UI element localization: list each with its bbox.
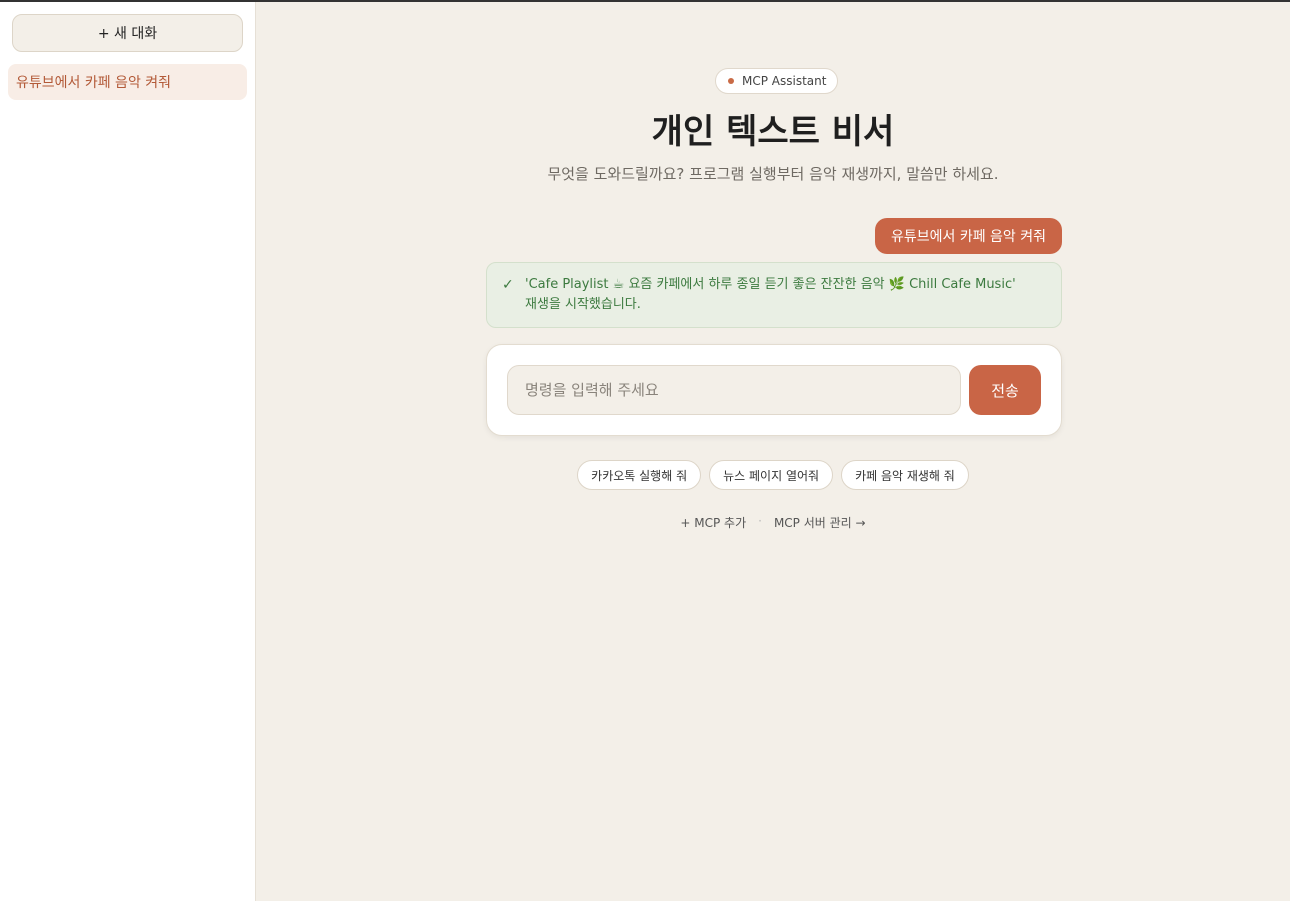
- command-input[interactable]: [507, 365, 961, 415]
- result-text: 'Cafe Playlist ☕ 요즘 카페에서 하루 종일 듣기 좋은 잔잔한…: [525, 277, 1016, 312]
- manage-mcp-link[interactable]: MCP 서버 관리 →: [774, 514, 866, 531]
- page-title: 개인 텍스트 비서: [651, 112, 895, 152]
- assistant-result-message: ✓ 'Cafe Playlist ☕ 요즘 카페에서 하루 종일 듣기 좋은 잔…: [486, 262, 1062, 328]
- send-button[interactable]: 전송: [969, 365, 1041, 415]
- status-dot-icon: [728, 78, 734, 84]
- suggestion-chip-cafe-music[interactable]: 카페 음악 재생해 줘: [841, 460, 969, 490]
- add-mcp-link[interactable]: + MCP 추가: [680, 514, 746, 531]
- command-input-card: 전송: [486, 344, 1062, 436]
- badge-label: MCP Assistant: [742, 74, 827, 88]
- sidebar: + 새 대화 유튜브에서 카페 음악 켜줘: [0, 2, 256, 901]
- link-separator: ·: [758, 514, 762, 528]
- check-icon: ✓: [502, 277, 514, 293]
- page-subtitle: 무엇을 도와드릴까요? 프로그램 실행부터 음악 재생까지, 말씀만 하세요.: [547, 165, 999, 183]
- sidebar-item-conversation[interactable]: 유튜브에서 카페 음악 켜줘: [8, 64, 247, 100]
- suggestion-chips: 카카오톡 실행해 줘 뉴스 페이지 열어줘 카페 음악 재생해 줘: [256, 460, 1290, 490]
- suggestion-chip-news[interactable]: 뉴스 페이지 열어줘: [709, 460, 834, 490]
- main-panel: MCP Assistant 개인 텍스트 비서 무엇을 도와드릴까요? 프로그램…: [256, 2, 1290, 901]
- new-chat-button[interactable]: + 새 대화: [12, 14, 243, 52]
- user-message-bubble: 유튜브에서 카페 음악 켜줘: [874, 218, 1062, 254]
- suggestion-chip-kakaotalk[interactable]: 카카오톡 실행해 줘: [577, 460, 702, 490]
- assistant-badge: MCP Assistant: [715, 68, 839, 94]
- footer-links: + MCP 추가 · MCP 서버 관리 →: [256, 514, 1290, 531]
